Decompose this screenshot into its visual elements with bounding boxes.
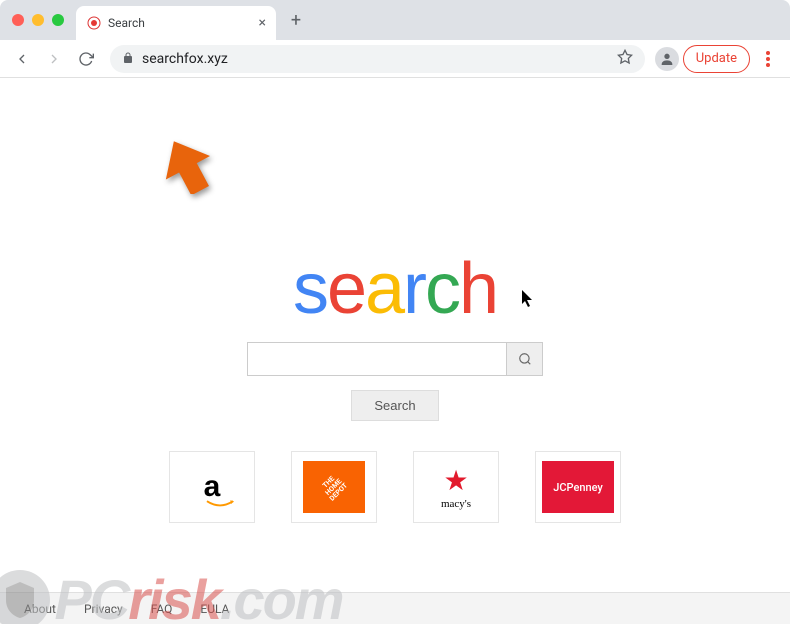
back-button[interactable] [8, 45, 36, 73]
logo-letter: s [293, 249, 327, 329]
logo-letter: a [365, 249, 403, 329]
search-input[interactable] [247, 342, 507, 376]
shortcut-tiles: a THEHOMEDEPOT ★ macy's JCPenney [0, 451, 790, 523]
tab-favicon [86, 15, 102, 31]
update-button[interactable]: Update [683, 45, 750, 73]
browser-menu-icon[interactable] [754, 45, 782, 73]
window-minimize-button[interactable] [32, 14, 44, 26]
window-maximize-button[interactable] [52, 14, 64, 26]
window-controls [12, 14, 64, 26]
new-tab-button[interactable]: + [282, 6, 310, 34]
amazon-logo-icon: a [204, 470, 221, 504]
browser-toolbar: searchfox.xyz Update [0, 40, 790, 78]
shortcut-tile-amazon[interactable]: a [169, 451, 255, 523]
shortcut-tile-jcpenney[interactable]: JCPenney [535, 451, 621, 523]
search-button-container: Search [0, 390, 790, 421]
search-box-container [0, 342, 790, 376]
logo-letter: e [327, 249, 365, 329]
footer-link-faq[interactable]: FAQ [151, 602, 173, 616]
page-content: search Search a THEHOMEDEPOT ★ macy's [0, 78, 790, 624]
shortcut-tile-homedepot[interactable]: THEHOMEDEPOT [291, 451, 377, 523]
update-button-label: Update [696, 51, 737, 66]
search-button[interactable]: Search [351, 390, 438, 421]
search-icon-button[interactable] [507, 342, 543, 376]
footer-bar: About Privacy FAQ EULA [0, 592, 790, 624]
window-close-button[interactable] [12, 14, 24, 26]
logo-letter: r [403, 249, 425, 329]
logo-letter: h [459, 249, 497, 329]
search-logo: search [0, 248, 790, 330]
browser-chrome: Search × + searchfox.xyz Update [0, 0, 790, 78]
macys-logo-icon: ★ macy's [441, 464, 471, 510]
jcpenney-logo-icon: JCPenney [542, 461, 614, 513]
forward-button[interactable] [40, 45, 68, 73]
homedepot-logo-icon: THEHOMEDEPOT [303, 461, 365, 513]
shortcut-tile-macys[interactable]: ★ macy's [413, 451, 499, 523]
profile-icon[interactable] [655, 47, 679, 71]
tab-close-icon[interactable]: × [259, 15, 266, 31]
address-bar[interactable]: searchfox.xyz [110, 45, 645, 73]
footer-link-about[interactable]: About [24, 602, 56, 616]
macys-label: macy's [441, 498, 471, 510]
annotation-arrow-icon [162, 138, 212, 194]
mouse-cursor-icon [522, 290, 534, 308]
footer-link-privacy[interactable]: Privacy [84, 602, 123, 616]
bookmark-star-icon[interactable] [617, 49, 633, 69]
lock-icon [122, 49, 134, 68]
tab-title: Search [108, 16, 253, 30]
reload-button[interactable] [72, 45, 100, 73]
logo-letter: c [425, 249, 459, 329]
browser-tab[interactable]: Search × [76, 6, 276, 40]
url-text: searchfox.xyz [142, 51, 609, 67]
footer-link-eula[interactable]: EULA [200, 602, 229, 616]
tab-strip: Search × + [0, 0, 790, 40]
jcpenney-label: JCPenney [553, 481, 603, 494]
